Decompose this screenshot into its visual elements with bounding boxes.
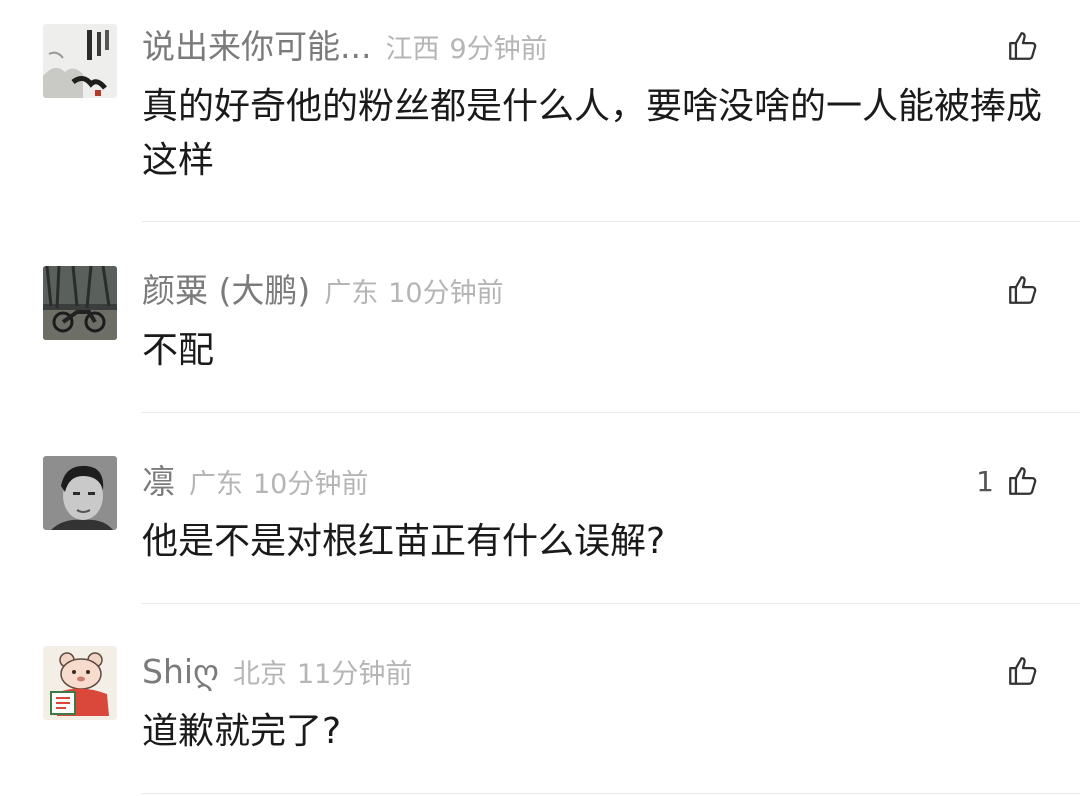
thumbs-up-icon xyxy=(1006,464,1040,498)
avatar[interactable] xyxy=(43,456,117,530)
like-button[interactable] xyxy=(994,270,1040,310)
portrait-photo-avatar-icon xyxy=(43,456,117,530)
username[interactable]: 说出来你可能... xyxy=(142,27,371,66)
location: 北京 xyxy=(232,659,287,690)
timestamp: 11分钟前 xyxy=(296,659,413,690)
location: 广东 xyxy=(189,469,243,500)
divider xyxy=(142,221,1080,222)
username[interactable]: 凛 xyxy=(142,462,175,501)
motorcycle-photo-avatar-icon xyxy=(43,266,117,340)
cartoon-bear-avatar-icon xyxy=(43,646,117,720)
avatar[interactable] xyxy=(43,646,117,720)
timestamp: 9分钟前 xyxy=(449,34,548,65)
divider xyxy=(142,603,1080,604)
like-button[interactable] xyxy=(994,26,1040,66)
comment-text: 道歉就完了? xyxy=(142,711,342,752)
location: 广东 xyxy=(324,278,379,309)
location: 江西 xyxy=(385,34,440,65)
timestamp: 10分钟前 xyxy=(388,278,504,309)
thumbs-up-icon xyxy=(1006,654,1040,688)
username[interactable]: 颜粟 (大鹏) xyxy=(142,271,310,310)
comment-text: 不配 xyxy=(142,330,215,371)
like-count: 1 xyxy=(976,464,994,498)
like-button[interactable] xyxy=(994,651,1040,691)
thumbs-up-icon xyxy=(1006,29,1040,63)
username[interactable]: Shiღ xyxy=(142,652,219,691)
like-button[interactable]: 1 xyxy=(976,461,1040,501)
comment-meta: 说出来你可能... 江西 9分钟前 xyxy=(142,30,548,63)
avatar[interactable] xyxy=(43,266,117,340)
comment-meta: 凛广东 10分钟前 xyxy=(142,465,368,498)
comment-text: 他是不是对根红苗正有什么误解? xyxy=(142,521,666,562)
avatar[interactable] xyxy=(43,24,117,98)
timestamp: 10分钟前 xyxy=(253,469,369,500)
comment-meta: 颜粟 (大鹏) 广东 10分钟前 xyxy=(142,274,504,307)
thumbs-up-icon xyxy=(1006,273,1040,307)
divider xyxy=(142,412,1080,413)
divider xyxy=(142,793,1080,794)
calligraphy-avatar-icon xyxy=(43,24,117,98)
comment-meta: Shiღ 北京 11分钟前 xyxy=(142,655,412,688)
comment-text: 真的好奇他的粉丝都是什么人，要啥没啥的一人能被捧成这样 xyxy=(142,86,1043,181)
